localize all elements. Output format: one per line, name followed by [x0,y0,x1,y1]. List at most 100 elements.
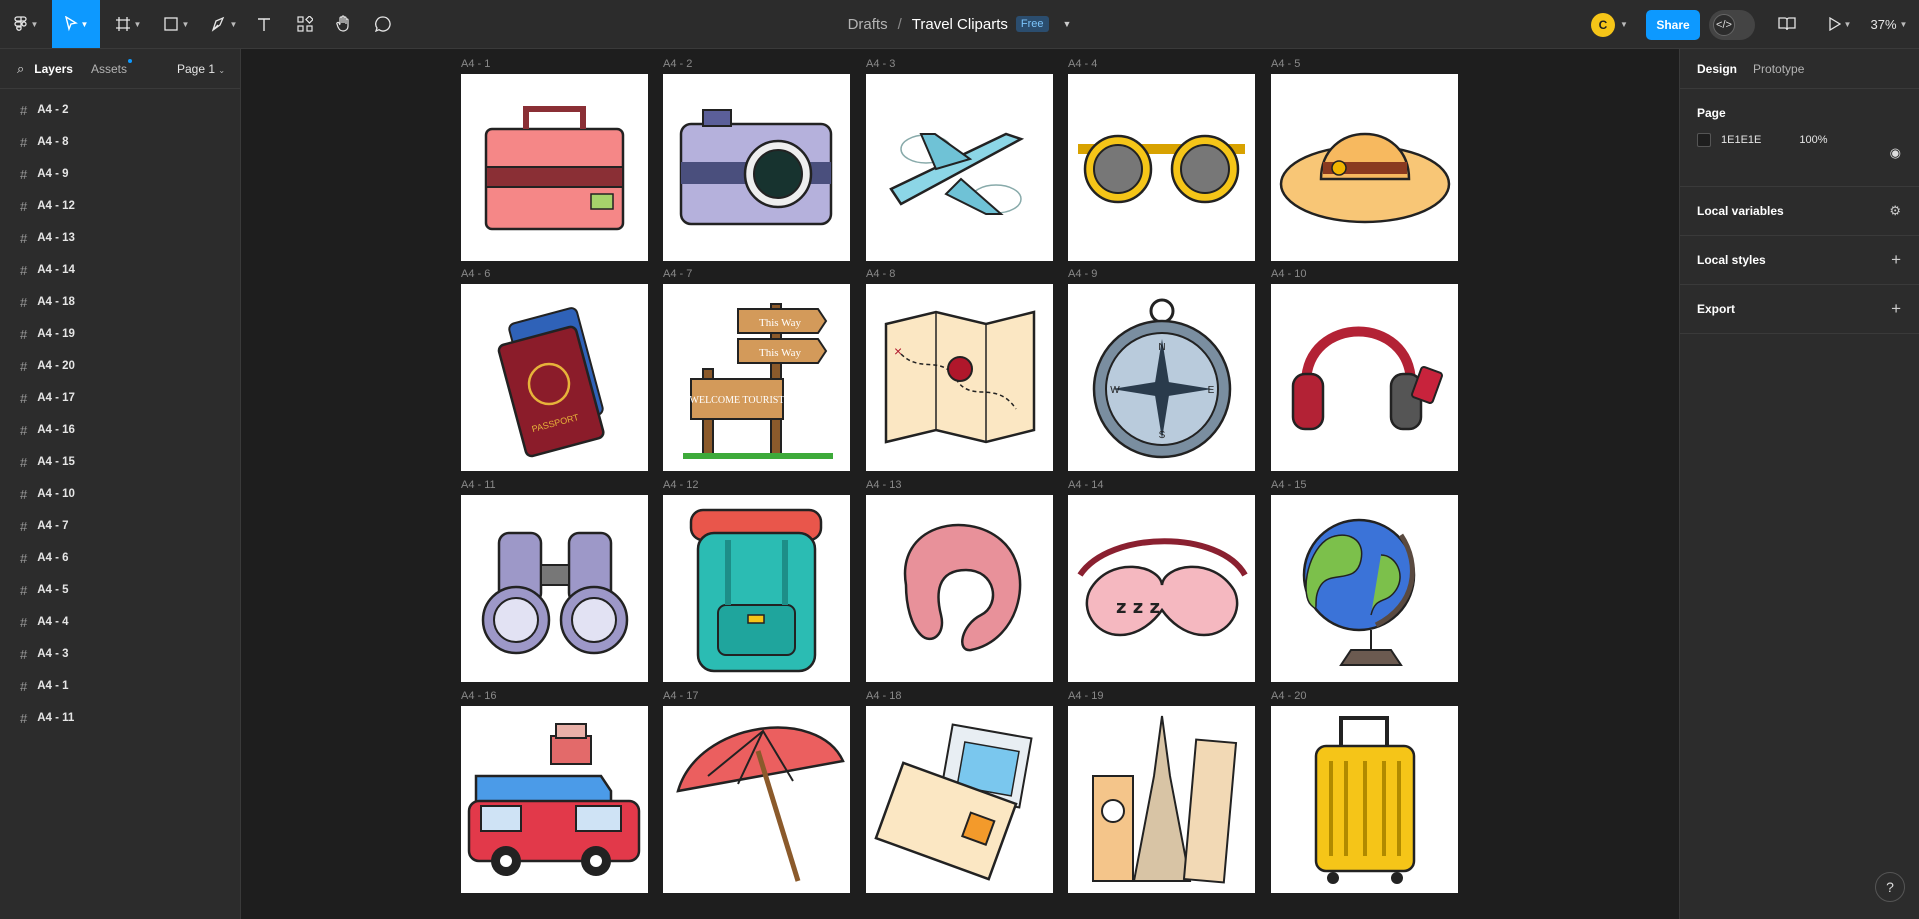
avatar[interactable]: C [1591,13,1615,37]
shape-tool-button[interactable]: ▼ [158,0,194,48]
frame-signpost[interactable]: This Way This Way WELCOME TOURIST [663,284,850,471]
text-tool-button[interactable] [252,0,276,48]
frame-compass[interactable]: N S E W [1068,284,1255,471]
chevron-down-icon[interactable]: ▼ [1063,19,1072,29]
hand-tool-button[interactable] [332,0,356,48]
frame-landmarks[interactable] [1068,706,1255,893]
layer-item[interactable]: # A4 - 5 [0,574,240,606]
page-color-value[interactable]: 1E1E1E [1721,134,1761,146]
move-tool-button[interactable]: ▼ [52,0,100,48]
page-selector[interactable]: Page 1 ⌄ [177,62,225,76]
layer-item[interactable]: # A4 - 20 [0,350,240,382]
frame-globe[interactable] [1271,495,1458,682]
frame-label[interactable]: A4 - 3 [866,58,895,70]
frame-label[interactable]: A4 - 7 [663,268,692,280]
frame-label[interactable]: A4 - 11 [461,479,496,491]
layer-item[interactable]: # A4 - 12 [0,190,240,222]
frame-binoculars[interactable] [461,495,648,682]
frame-label[interactable]: A4 - 14 [1068,479,1103,491]
frame-camper-van[interactable] [461,706,648,893]
frame-sleep-mask[interactable]: z z z [1068,495,1255,682]
frame-label[interactable]: A4 - 5 [1271,58,1300,70]
chevron-down-icon[interactable]: ▼ [1617,0,1631,48]
layer-item[interactable]: # A4 - 7 [0,510,240,542]
tab-layers[interactable]: Layers [34,62,73,76]
frame-sun-hat[interactable] [1271,74,1458,261]
pen-tool-button[interactable]: ▼ [206,0,242,48]
export-section[interactable]: Export + [1680,285,1919,334]
sliders-icon[interactable]: ⚙ [1889,203,1901,219]
frame-label[interactable]: A4 - 1 [461,58,490,70]
layer-item[interactable]: # A4 - 1 [0,670,240,702]
frame-sunglasses[interactable] [1068,74,1255,261]
layer-item[interactable]: # A4 - 17 [0,382,240,414]
dev-mode-toggle[interactable]: </> [1709,10,1755,40]
color-swatch[interactable] [1697,133,1711,147]
tab-design[interactable]: Design [1697,62,1737,76]
frame-label[interactable]: A4 - 19 [1068,690,1103,702]
tab-prototype[interactable]: Prototype [1753,62,1804,76]
frame-map[interactable]: × [866,284,1053,471]
main-menu-button[interactable]: ▼ [6,0,46,48]
help-button[interactable]: ? [1875,872,1905,902]
frame-label[interactable]: A4 - 20 [1271,690,1306,702]
frame-label[interactable]: A4 - 8 [866,268,895,280]
layer-item[interactable]: # A4 - 16 [0,414,240,446]
present-button[interactable]: ▼ [1822,0,1858,48]
frame-label[interactable]: A4 - 6 [461,268,490,280]
comment-tool-button[interactable] [371,0,395,48]
frame-postcard[interactable] [866,706,1053,893]
tab-assets[interactable]: Assets [91,58,132,76]
local-styles-section[interactable]: Local styles + [1680,236,1919,285]
page-fill-row[interactable]: 1E1E1E 100% [1697,133,1902,147]
frame-label[interactable]: A4 - 12 [663,479,698,491]
share-button[interactable]: Share [1646,10,1700,40]
page-section: Page 1E1E1E 100% ◉ [1680,89,1919,187]
layer-item[interactable]: # A4 - 15 [0,446,240,478]
frame-airplane[interactable] [866,74,1053,261]
layer-item[interactable]: # A4 - 10 [0,478,240,510]
frame-label[interactable]: A4 - 17 [663,690,698,702]
layer-item[interactable]: # A4 - 8 [0,126,240,158]
layer-item[interactable]: # A4 - 2 [0,94,240,126]
frame-label[interactable]: A4 - 18 [866,690,901,702]
frame-beach-umbrella[interactable] [663,706,850,893]
zoom-menu[interactable]: 37% ▼ [1866,0,1912,48]
search-icon[interactable]: ⌕ [17,61,24,77]
resources-button[interactable] [293,0,317,48]
layer-item[interactable]: # A4 - 4 [0,606,240,638]
frame-neck-pillow[interactable] [866,495,1053,682]
frame-briefcase[interactable] [461,74,648,261]
plus-icon[interactable]: + [1891,250,1901,270]
frame-label[interactable]: A4 - 13 [866,479,901,491]
map-clipart: × [884,310,1036,444]
breadcrumb-drafts[interactable]: Drafts [848,16,888,33]
frame-label[interactable]: A4 - 15 [1271,479,1306,491]
layer-item[interactable]: # A4 - 14 [0,254,240,286]
layer-item[interactable]: # A4 - 18 [0,286,240,318]
frame-backpack[interactable] [663,495,850,682]
frame-label[interactable]: A4 - 4 [1068,58,1097,70]
eye-icon[interactable]: ◉ [1890,145,1901,161]
canvas[interactable]: A4 - 1 A4 - 2 A4 - 3 A4 - 4 A4 - 5 A4 - 6 PASS… [242,49,1679,919]
layer-item[interactable]: # A4 - 3 [0,638,240,670]
frame-label[interactable]: A4 - 9 [1068,268,1097,280]
layer-item[interactable]: # A4 - 19 [0,318,240,350]
frame-label[interactable]: A4 - 2 [663,58,692,70]
layer-item[interactable]: # A4 - 13 [0,222,240,254]
layer-item[interactable]: # A4 - 11 [0,702,240,734]
frame-headphones[interactable] [1271,284,1458,471]
page-opacity-value[interactable]: 100% [1799,134,1827,146]
frame-tool-button[interactable]: ▼ [110,0,146,48]
frame-label[interactable]: A4 - 10 [1271,268,1306,280]
frame-suitcase[interactable] [1271,706,1458,893]
frame-label[interactable]: A4 - 16 [461,690,496,702]
layer-item[interactable]: # A4 - 9 [0,158,240,190]
layer-item[interactable]: # A4 - 6 [0,542,240,574]
plus-icon[interactable]: + [1891,299,1901,319]
file-title[interactable]: Travel Cliparts [912,16,1008,33]
library-button[interactable] [1775,0,1799,48]
frame-camera[interactable] [663,74,850,261]
local-variables-section[interactable]: Local variables ⚙ [1680,187,1919,236]
frame-passport[interactable]: PASSPORT [461,284,648,471]
